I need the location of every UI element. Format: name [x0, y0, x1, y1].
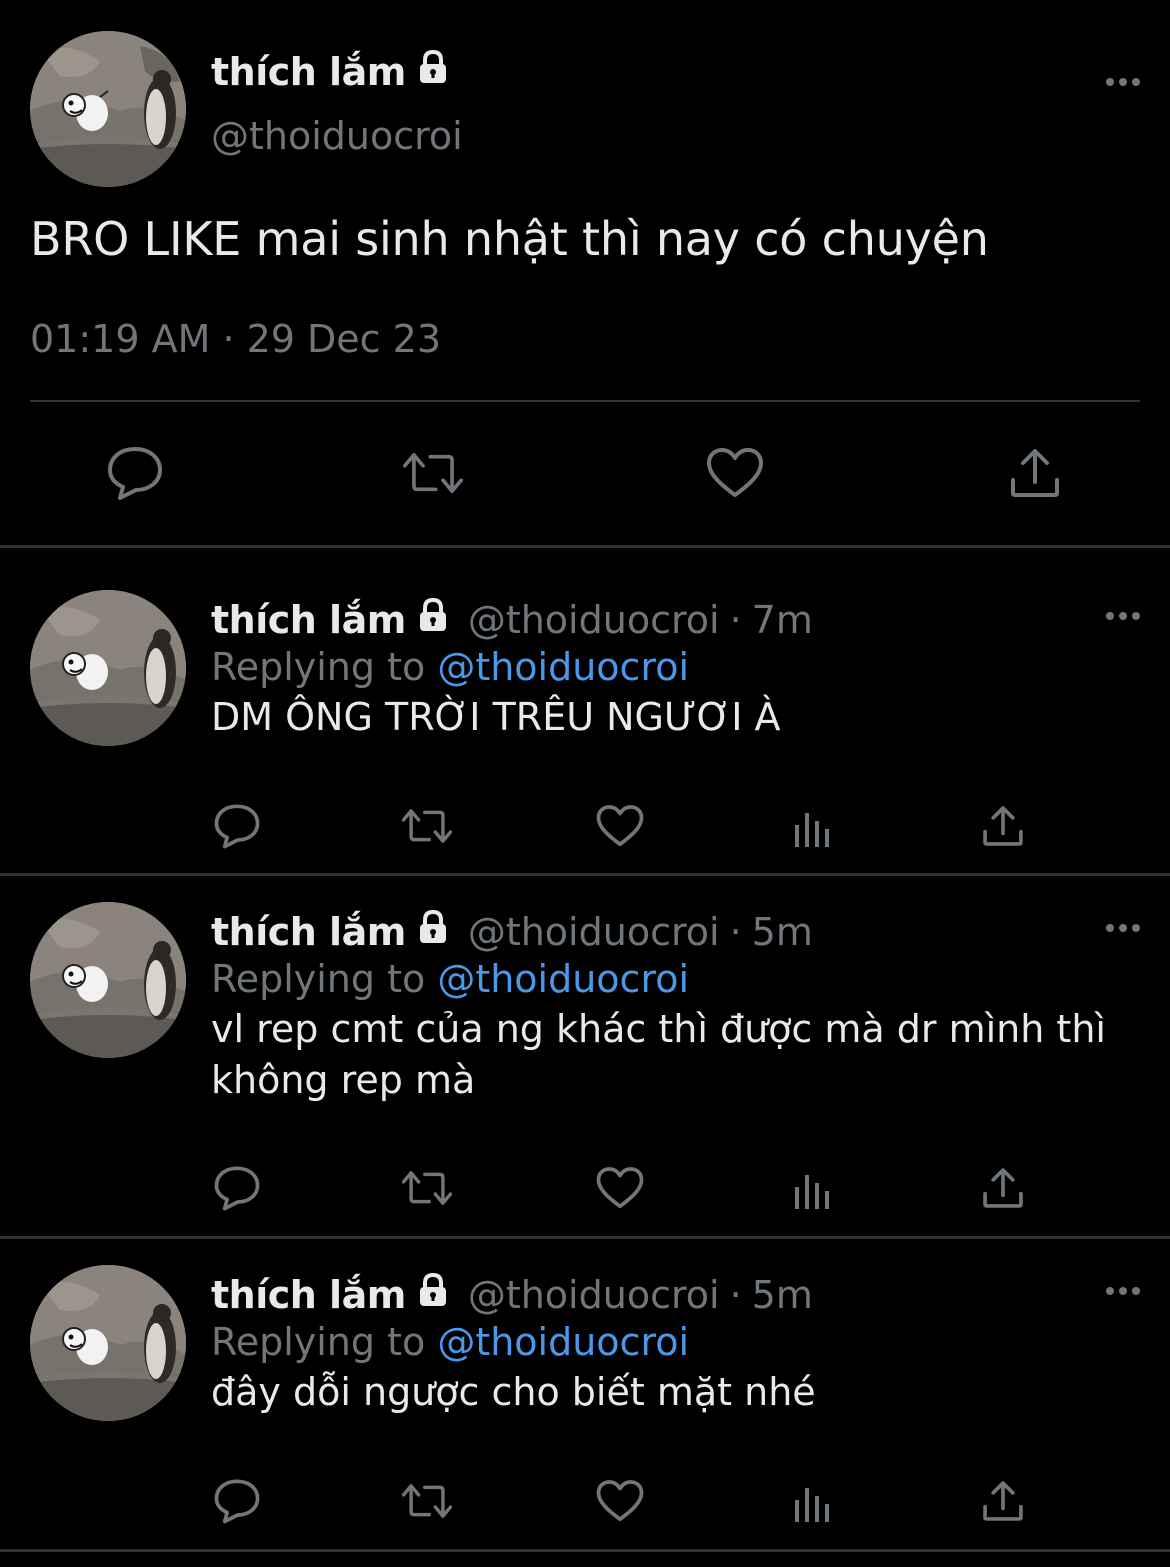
replying-to: Replying to @thoiduocroi — [211, 1320, 689, 1364]
reply-header: thích lắm @thoiduocroi · 5m — [211, 1271, 813, 1318]
more-icon[interactable] — [1106, 72, 1140, 92]
more-icon[interactable] — [1106, 918, 1140, 938]
lock-icon — [414, 908, 452, 955]
reply-text: DM ÔNG TRỜI TRÊU NGƯƠI À — [211, 695, 781, 739]
retweet-icon[interactable] — [402, 1476, 452, 1526]
separator-dot: · — [729, 1272, 742, 1317]
share-icon[interactable] — [978, 1476, 1028, 1526]
avatar[interactable] — [30, 590, 186, 746]
reply-tweet[interactable]: thích lắm @thoiduocroi · 7m Replying to … — [0, 548, 1170, 873]
lock-icon — [414, 1271, 452, 1318]
reply-header: thích lắm @thoiduocroi · 7m — [211, 596, 813, 643]
lock-icon — [414, 596, 452, 643]
more-icon[interactable] — [1106, 1281, 1140, 1301]
display-name[interactable]: thích lắm — [211, 1273, 406, 1317]
reply-time[interactable]: 7m — [752, 598, 813, 642]
reply-text: đây dỗi ngược cho biết mặt nhé — [211, 1370, 816, 1414]
analytics-icon[interactable] — [788, 804, 838, 854]
reply-tweet[interactable]: thích lắm @thoiduocroi · 5m Replying to … — [0, 1223, 1170, 1548]
display-name-row[interactable]: thích lắm — [211, 48, 452, 95]
share-icon[interactable] — [1005, 443, 1065, 503]
replying-prefix: Replying to — [211, 957, 438, 1001]
replying-to: Replying to @thoiduocroi — [211, 957, 689, 1001]
handle[interactable]: @thoiduocroi — [468, 1273, 720, 1317]
retweet-icon[interactable] — [402, 1163, 452, 1213]
analytics-icon[interactable] — [788, 1166, 838, 1216]
display-name[interactable]: thích lắm — [211, 910, 406, 954]
penguin-photo-icon — [30, 902, 186, 1058]
penguin-photo-icon — [30, 590, 186, 746]
like-icon[interactable] — [595, 1476, 645, 1526]
handle[interactable]: @thoiduocroi — [211, 114, 463, 158]
reply-icon[interactable] — [212, 1163, 262, 1213]
divider — [0, 1549, 1170, 1552]
reply-time[interactable]: 5m — [752, 910, 813, 954]
reply-time[interactable]: 5m — [752, 1273, 813, 1317]
reply-tweet[interactable]: thích lắm @thoiduocroi · 5m Replying to … — [0, 860, 1170, 1236]
tweet-text: BRO LIKE mai sinh nhật thì nay có chuyện — [30, 212, 989, 266]
reply-icon[interactable] — [212, 1476, 262, 1526]
avatar[interactable] — [30, 1265, 186, 1421]
reply-icon[interactable] — [212, 801, 262, 851]
display-name[interactable]: thích lắm — [211, 50, 406, 94]
replying-prefix: Replying to — [211, 645, 438, 689]
handle[interactable]: @thoiduocroi — [468, 910, 720, 954]
penguin-photo-icon — [30, 31, 186, 187]
main-tweet: thích lắm @thoiduocroi BRO LIKE mai sinh… — [0, 0, 1170, 545]
replying-to: Replying to @thoiduocroi — [211, 645, 689, 689]
like-icon[interactable] — [595, 1163, 645, 1213]
retweet-icon[interactable] — [402, 801, 452, 851]
replying-prefix: Replying to — [211, 1320, 438, 1364]
more-icon[interactable] — [1106, 606, 1140, 626]
lock-icon — [414, 48, 452, 95]
analytics-icon[interactable] — [788, 1479, 838, 1529]
mention-link[interactable]: @thoiduocroi — [437, 645, 689, 689]
tweet-timestamp[interactable]: 01:19 AM · 29 Dec 23 — [30, 317, 441, 361]
share-icon[interactable] — [978, 801, 1028, 851]
avatar[interactable] — [30, 902, 186, 1058]
reply-text: vl rep cmt của ng khác thì được mà dr mì… — [211, 1007, 1106, 1102]
share-icon[interactable] — [978, 1163, 1028, 1213]
reply-icon[interactable] — [105, 443, 165, 503]
display-name[interactable]: thích lắm — [211, 598, 406, 642]
separator-dot: · — [729, 909, 742, 954]
handle[interactable]: @thoiduocroi — [468, 598, 720, 642]
divider — [30, 400, 1140, 402]
like-icon[interactable] — [705, 443, 765, 503]
mention-link[interactable]: @thoiduocroi — [437, 957, 689, 1001]
like-icon[interactable] — [595, 801, 645, 851]
avatar[interactable] — [30, 31, 186, 187]
retweet-icon[interactable] — [403, 443, 463, 503]
separator-dot: · — [729, 597, 742, 642]
penguin-photo-icon — [30, 1265, 186, 1421]
reply-header: thích lắm @thoiduocroi · 5m — [211, 908, 813, 955]
mention-link[interactable]: @thoiduocroi — [437, 1320, 689, 1364]
